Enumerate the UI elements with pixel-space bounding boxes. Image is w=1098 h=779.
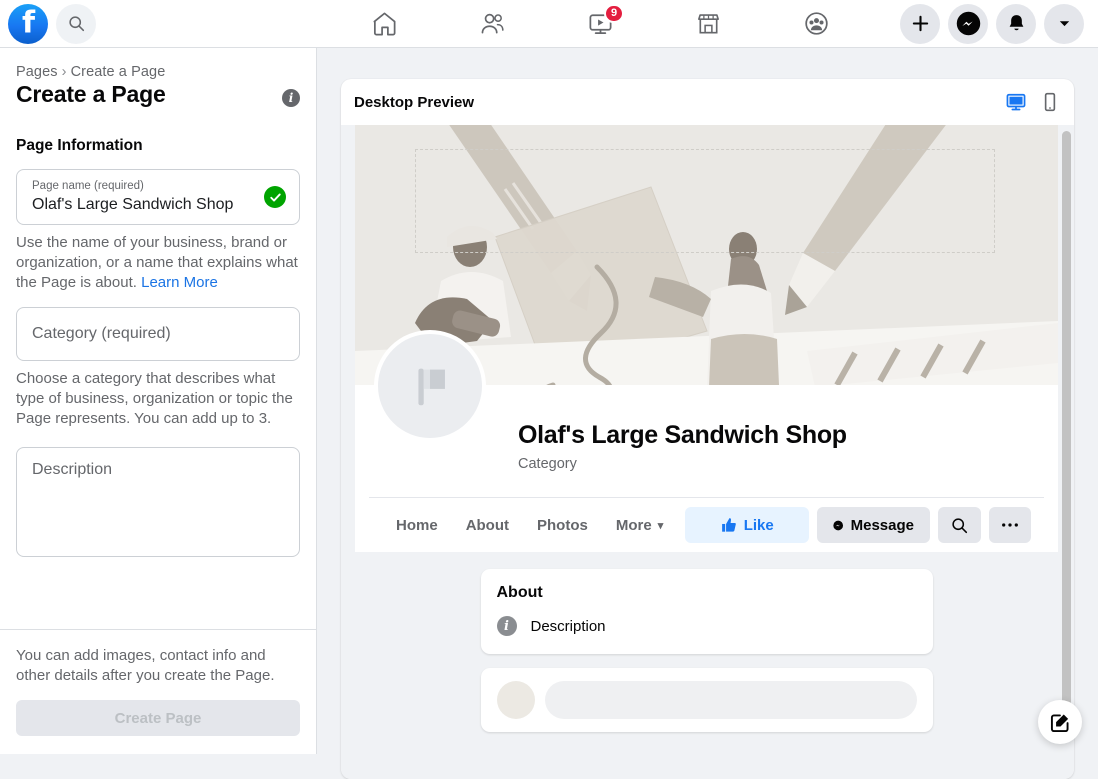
preview-device-toggles bbox=[1006, 92, 1060, 112]
check-circle-icon bbox=[264, 186, 286, 208]
page-name-input[interactable]: Page name (required) Olaf's Large Sandwi… bbox=[16, 169, 300, 225]
message-button[interactable]: Message bbox=[817, 507, 930, 543]
about-card: About i Description bbox=[481, 569, 933, 654]
description-input[interactable]: Description bbox=[16, 447, 300, 557]
category-helper-text: Choose a category that describes what ty… bbox=[16, 369, 300, 429]
category-input[interactable]: Category (required) bbox=[16, 307, 300, 361]
messenger-icon bbox=[833, 517, 843, 534]
home-icon bbox=[371, 10, 398, 37]
preview-header: Desktop Preview bbox=[341, 79, 1074, 125]
tab-about-label: About bbox=[466, 517, 509, 534]
notifications-button[interactable] bbox=[996, 4, 1036, 44]
tab-more[interactable]: More ▾ bbox=[602, 506, 677, 544]
plus-icon bbox=[911, 14, 930, 33]
search-icon bbox=[951, 517, 968, 534]
page-title-row: Create a Page i bbox=[16, 81, 300, 108]
nav-groups[interactable] bbox=[762, 0, 870, 48]
nav-watch[interactable]: 9 bbox=[546, 0, 654, 48]
topbar-right-group bbox=[900, 4, 1098, 44]
preview-scrollbar[interactable] bbox=[1062, 131, 1071, 727]
mobile-icon[interactable] bbox=[1040, 92, 1060, 112]
tab-photos-label: Photos bbox=[537, 517, 588, 534]
like-button[interactable]: Like bbox=[685, 507, 809, 543]
page-name-label: Page name (required) bbox=[32, 179, 255, 194]
messenger-icon bbox=[956, 11, 981, 36]
page-more-button[interactable] bbox=[989, 507, 1032, 543]
ellipsis-icon bbox=[1001, 522, 1019, 528]
chevron-down-icon: ▾ bbox=[658, 519, 664, 532]
tab-home-label: Home bbox=[396, 517, 438, 534]
breadcrumb-current: Create a Page bbox=[71, 64, 166, 80]
tab-about[interactable]: About bbox=[452, 506, 523, 544]
info-icon: i bbox=[497, 616, 517, 636]
preview-body: Olaf's Large Sandwich Shop Category Home… bbox=[341, 125, 1074, 779]
topbar-left-group bbox=[0, 4, 300, 44]
post-composer-card[interactable] bbox=[481, 668, 933, 732]
about-description-row: i Description bbox=[497, 616, 917, 636]
friends-icon bbox=[479, 10, 506, 37]
message-button-label: Message bbox=[851, 517, 914, 534]
preview-title: Desktop Preview bbox=[354, 94, 474, 111]
nav-marketplace[interactable] bbox=[654, 0, 762, 48]
store-icon bbox=[695, 10, 722, 37]
flag-icon bbox=[403, 359, 457, 413]
search-icon bbox=[68, 15, 85, 32]
sidebar-footer: You can add images, contact info and oth… bbox=[0, 629, 316, 754]
composer-avatar bbox=[497, 681, 535, 719]
info-icon[interactable]: i bbox=[282, 89, 300, 107]
account-menu-button[interactable] bbox=[1044, 4, 1084, 44]
tab-home[interactable]: Home bbox=[382, 506, 452, 544]
composer-input[interactable] bbox=[545, 681, 917, 719]
breadcrumb-separator: › bbox=[62, 64, 67, 80]
topbar-nav-group: 9 bbox=[300, 0, 900, 48]
preview-page-name: Olaf's Large Sandwich Shop bbox=[518, 421, 1058, 450]
preview-scrollbar-thumb[interactable] bbox=[1062, 131, 1071, 727]
page-mock: Olaf's Large Sandwich Shop Category Home… bbox=[355, 125, 1058, 732]
like-button-label: Like bbox=[744, 517, 774, 534]
messenger-button[interactable] bbox=[948, 4, 988, 44]
desktop-preview-card: Desktop Preview bbox=[341, 79, 1074, 779]
breadcrumb-root[interactable]: Pages bbox=[16, 64, 58, 80]
compose-fab-button[interactable] bbox=[1038, 700, 1082, 744]
section-title-page-information: Page Information bbox=[16, 137, 300, 155]
compose-icon bbox=[1050, 712, 1071, 733]
about-description-text: Description bbox=[531, 618, 606, 635]
breadcrumb: Pages › Create a Page bbox=[16, 64, 300, 80]
chevron-down-icon bbox=[1057, 16, 1072, 31]
footer-note: You can add images, contact info and oth… bbox=[16, 646, 300, 686]
description-placeholder: Description bbox=[32, 461, 284, 479]
top-navigation-bar: 9 bbox=[0, 0, 1098, 48]
facebook-logo[interactable] bbox=[8, 4, 48, 44]
bell-icon bbox=[1006, 13, 1027, 34]
nav-friends[interactable] bbox=[438, 0, 546, 48]
category-placeholder: Category (required) bbox=[32, 325, 255, 343]
watch-badge: 9 bbox=[604, 4, 624, 23]
tab-more-label: More bbox=[616, 517, 652, 534]
page-name-value: Olaf's Large Sandwich Shop bbox=[32, 194, 255, 215]
groups-icon bbox=[803, 10, 830, 37]
tab-photos[interactable]: Photos bbox=[523, 506, 602, 544]
create-page-button[interactable]: Create Page bbox=[16, 700, 300, 736]
create-button[interactable] bbox=[900, 4, 940, 44]
page-name-helper-text: Use the name of your business, brand or … bbox=[16, 233, 300, 293]
nav-home[interactable] bbox=[330, 0, 438, 48]
about-card-title: About bbox=[497, 584, 917, 602]
page-feed: About i Description bbox=[355, 552, 1058, 732]
preview-panel-region: Desktop Preview bbox=[317, 48, 1098, 754]
thumbs-up-icon bbox=[721, 517, 737, 533]
preview-page-category: Category bbox=[518, 456, 1058, 472]
desktop-icon[interactable] bbox=[1006, 92, 1026, 112]
check-icon bbox=[269, 191, 282, 204]
learn-more-link[interactable]: Learn More bbox=[141, 274, 218, 291]
sidebar-scroll-area: Pages › Create a Page Create a Page i Pa… bbox=[0, 48, 316, 648]
avatar[interactable] bbox=[374, 330, 486, 442]
page-tab-row: Home About Photos More ▾ bbox=[369, 497, 1044, 552]
create-page-sidebar: Pages › Create a Page Create a Page i Pa… bbox=[0, 48, 317, 754]
search-input[interactable] bbox=[56, 4, 96, 44]
page-identity-section: Olaf's Large Sandwich Shop Category Home… bbox=[355, 385, 1058, 552]
page-title: Create a Page bbox=[16, 81, 166, 108]
page-search-button[interactable] bbox=[938, 507, 981, 543]
